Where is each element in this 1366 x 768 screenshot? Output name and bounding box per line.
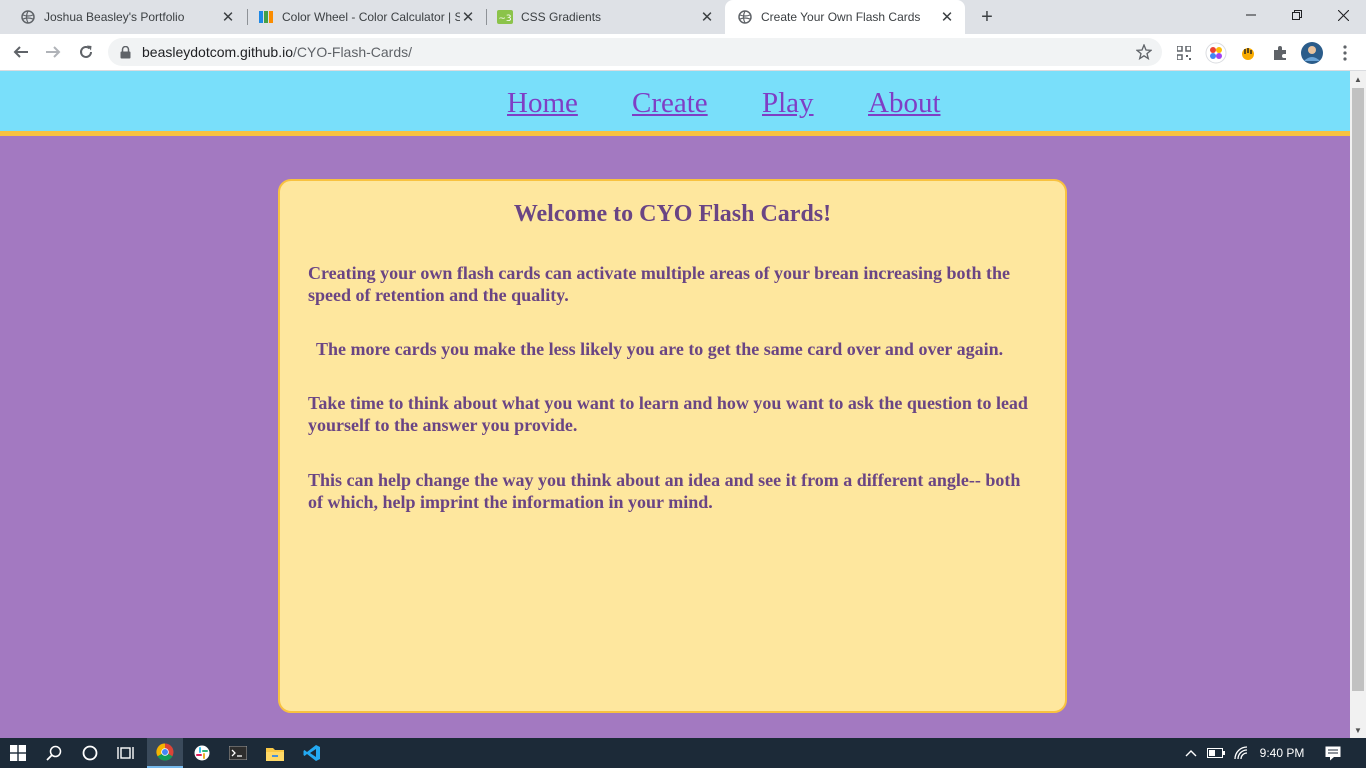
close-icon[interactable]: ✕ [220,9,236,26]
restore-icon[interactable] [1274,0,1320,30]
slack-icon[interactable] [184,738,220,768]
svg-text:~3: ~3 [498,14,511,24]
browser-toolbar: beasleydotcom.github.io/CYO-Flash-Cards/ [0,34,1366,71]
nav-link-home[interactable]: Home [507,87,578,120]
puzzle-extensions-icon[interactable] [1269,42,1291,64]
scroll-down-arrow-icon[interactable]: ▼ [1350,722,1366,738]
welcome-card: Welcome to CYO Flash Cards! Creating you… [278,179,1067,713]
site-navigation: Home Create Play About [0,71,1350,136]
lock-icon[interactable] [120,45,132,59]
tab-color-wheel[interactable]: Color Wheel - Color Calculator | S ✕ [238,0,486,34]
clock[interactable]: 9:40 PM [1256,738,1308,768]
card-paragraph: This can help change the way you think a… [308,470,1021,512]
wifi-icon[interactable] [1231,738,1253,768]
forward-arrow-icon[interactable] [39,38,67,66]
bookmark-star-icon[interactable] [1136,44,1152,60]
address-bar[interactable]: beasleydotcom.github.io/CYO-Flash-Cards/ [108,38,1162,66]
notifications-icon[interactable] [1320,738,1346,768]
close-window-icon[interactable] [1320,0,1366,30]
url-domain: beasleydotcom.github.io [142,44,293,60]
hand-extension-icon[interactable] [1237,42,1259,64]
tab-flash-cards[interactable]: Create Your Own Flash Cards ✕ [725,0,965,34]
close-icon[interactable]: ✕ [460,9,476,26]
cortana-icon[interactable] [72,738,108,768]
battery-icon[interactable] [1205,738,1227,768]
back-arrow-icon[interactable] [7,38,35,66]
more-menu-icon[interactable] [1334,42,1356,64]
card-paragraph: The more cards you make the less likely … [316,339,1004,359]
tab-title: CSS Gradients [521,10,602,24]
windows-taskbar: 9:40 PM [0,738,1366,768]
card-paragraph: Take time to think about what you want t… [308,393,1028,435]
avatar[interactable] [1301,42,1323,64]
reload-icon[interactable] [72,38,100,66]
terminal-icon[interactable] [220,738,256,768]
close-icon[interactable]: ✕ [939,9,955,26]
browser-tab-strip: Joshua Beasley's Portfolio ✕ Color Wheel… [0,0,1366,34]
globe-icon [737,9,753,25]
vscode-icon[interactable] [294,738,330,768]
tab-css-gradients[interactable]: ~3 CSS Gradients ✕ [477,0,725,34]
globe-icon [20,9,36,25]
search-icon[interactable] [36,738,72,768]
chrome-taskbar-icon[interactable] [147,738,183,768]
windows-start-icon[interactable] [0,738,36,768]
card-paragraph: Creating your own flash cards can activa… [308,263,1010,305]
tab-title: Color Wheel - Color Calculator | S [282,10,460,24]
qr-code-icon[interactable] [1173,42,1195,64]
css-gradient-favicon: ~3 [497,9,513,25]
show-hidden-icons-icon[interactable] [1182,738,1200,768]
page-viewport: Home Create Play About Welcome to CYO Fl… [0,71,1350,738]
card-title: Welcome to CYO Flash Cards! [513,201,832,227]
scrollbar-thumb[interactable] [1352,88,1364,691]
nav-link-create[interactable]: Create [632,87,708,120]
tab-portfolio[interactable]: Joshua Beasley's Portfolio ✕ [0,0,246,34]
url-path: /CYO-Flash-Cards/ [293,44,413,60]
url-text: beasleydotcom.github.io/CYO-Flash-Cards/ [142,44,412,60]
tab-title: Create Your Own Flash Cards [761,10,921,24]
task-view-icon[interactable] [108,738,144,768]
scroll-up-arrow-icon[interactable]: ▲ [1350,71,1366,87]
tab-title: Joshua Beasley's Portfolio [44,10,185,24]
color-wheel-favicon [258,9,274,25]
nav-link-play[interactable]: Play [762,87,814,120]
file-explorer-icon[interactable] [257,738,293,768]
page-scrollbar[interactable]: ▲ ▼ [1350,71,1366,738]
close-icon[interactable]: ✕ [699,9,715,26]
new-tab-button[interactable]: + [975,5,999,29]
nav-link-about[interactable]: About [868,87,941,120]
minimize-icon[interactable] [1228,0,1274,30]
extension-colors-icon[interactable] [1205,42,1227,64]
